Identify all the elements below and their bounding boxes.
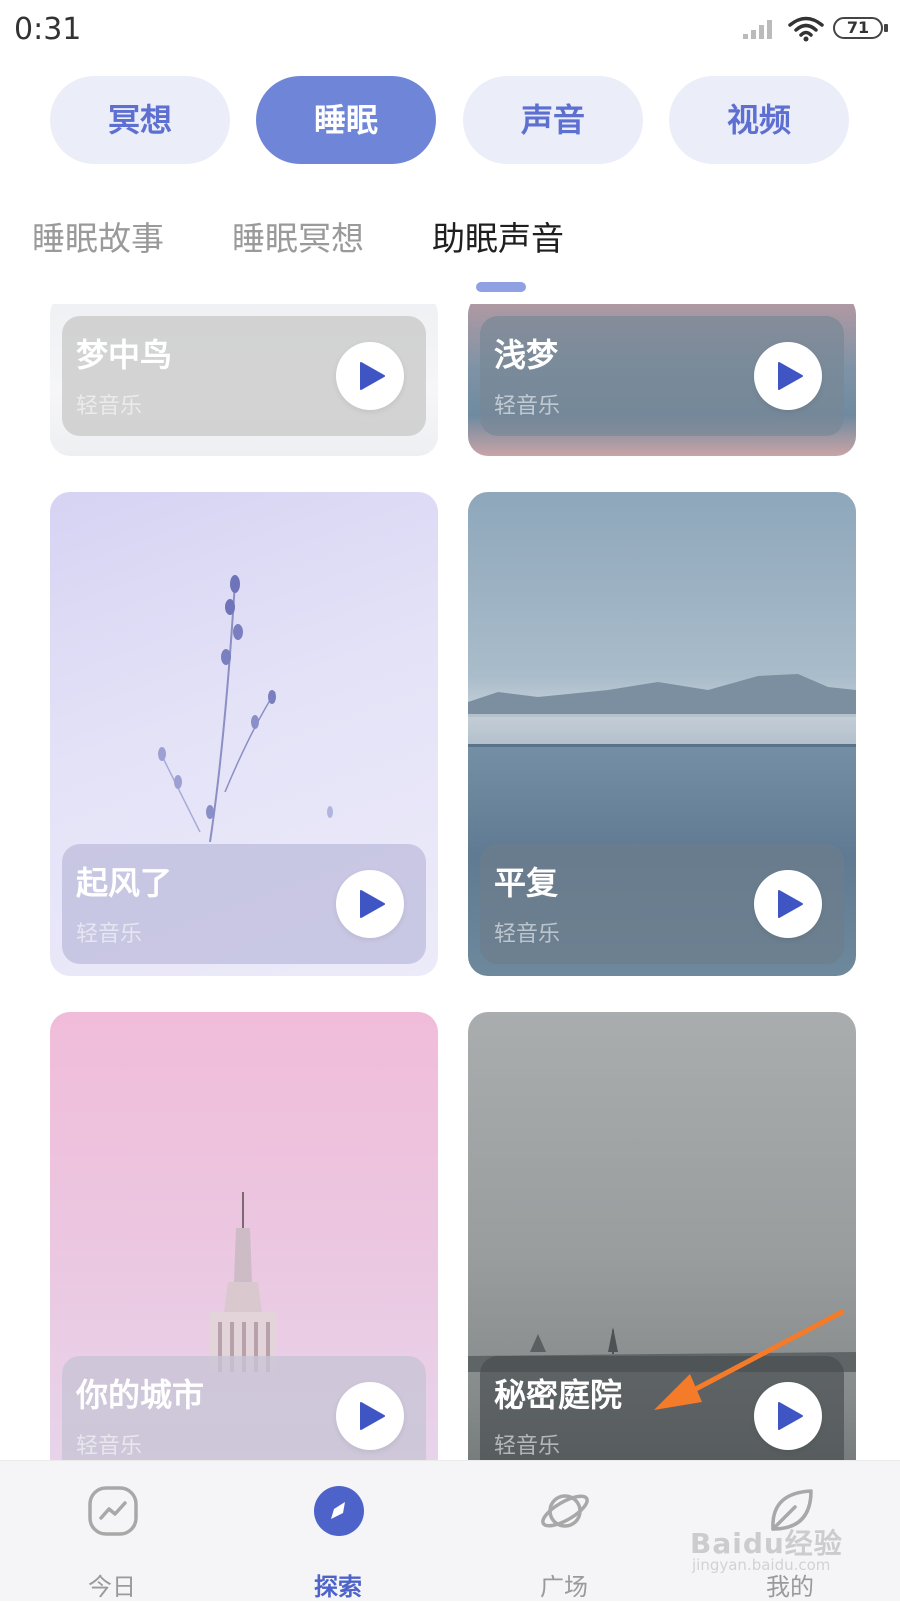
category-tab-sound[interactable]: 声音 [463, 76, 643, 164]
sound-card[interactable]: 梦中鸟 轻音乐 [50, 304, 438, 456]
card-subtitle: 轻音乐 [76, 1434, 143, 1459]
category-tab-meditation[interactable]: 冥想 [50, 76, 230, 164]
category-tab-video[interactable]: 视频 [669, 76, 849, 164]
card-subtitle: 轻音乐 [494, 394, 561, 419]
play-button[interactable] [754, 1382, 822, 1450]
play-icon [360, 890, 385, 918]
card-title: 梦中鸟 [76, 336, 173, 374]
nav-label: 今日 [88, 1573, 136, 1601]
play-button[interactable] [336, 870, 404, 938]
play-icon [778, 1402, 803, 1430]
sound-card[interactable]: 浅梦 轻音乐 [468, 304, 856, 456]
sound-card[interactable]: 起风了 轻音乐 [50, 492, 438, 976]
planet-icon [541, 1494, 589, 1528]
card-subtitle: 轻音乐 [494, 922, 561, 947]
nav-explore[interactable]: 探索 [263, 1461, 413, 1601]
card-subtitle: 轻音乐 [494, 1434, 561, 1459]
card-subtitle: 轻音乐 [76, 922, 143, 947]
card-info-panel: 你的城市 轻音乐 [62, 1356, 426, 1460]
play-icon [778, 362, 803, 390]
card-subtitle: 轻音乐 [76, 394, 143, 419]
card-title: 平复 [494, 864, 559, 902]
play-button[interactable] [754, 870, 822, 938]
sound-card[interactable]: 秘密庭院 轻音乐 [468, 1012, 856, 1460]
nav-square[interactable]: 广场 [489, 1461, 639, 1601]
sound-card-grid: 梦中鸟 轻音乐 浅梦 轻音乐 起风了 轻音乐 平复 轻音乐 你的城市 轻音乐 秘… [0, 304, 900, 1460]
card-title: 起风了 [76, 864, 173, 902]
category-tab-sleep[interactable]: 睡眠 [256, 76, 436, 164]
card-title: 秘密庭院 [494, 1376, 623, 1414]
subtab-sleep-sounds[interactable]: 助眠声音 [432, 212, 564, 260]
play-button[interactable] [336, 1382, 404, 1450]
nav-today[interactable]: 今日 [37, 1461, 187, 1601]
watermark-url: jingyan.baidu.com [692, 1556, 831, 1574]
card-title: 你的城市 [76, 1376, 205, 1414]
card-info-panel: 浅梦 轻音乐 [480, 316, 844, 436]
play-icon [778, 890, 803, 918]
nav-label: 探索 [314, 1573, 362, 1601]
wifi-icon [788, 16, 824, 42]
play-button[interactable] [336, 342, 404, 410]
trend-chart-icon [88, 1486, 138, 1536]
status-bar: 0:31 71 [0, 0, 900, 60]
cellular-signal-icon [743, 20, 772, 39]
sound-card[interactable]: 平复 轻音乐 [468, 492, 856, 976]
compass-icon [314, 1486, 364, 1536]
sub-tabs: 睡眠故事 睡眠冥想 助眠声音 [0, 212, 900, 282]
battery-indicator: 71 [833, 17, 888, 39]
subtab-active-indicator [476, 282, 526, 292]
status-time: 0:31 [14, 12, 82, 47]
sound-card[interactable]: 你的城市 轻音乐 [50, 1012, 438, 1460]
card-info-panel: 梦中鸟 轻音乐 [62, 316, 426, 436]
subtab-sleep-meditation[interactable]: 睡眠冥想 [232, 212, 364, 260]
play-icon [360, 1402, 385, 1430]
play-button[interactable] [754, 342, 822, 410]
card-info-panel: 平复 轻音乐 [480, 844, 844, 964]
card-info-panel: 起风了 轻音乐 [62, 844, 426, 964]
card-info-panel: 秘密庭院 轻音乐 [480, 1356, 844, 1460]
card-title: 浅梦 [494, 336, 559, 374]
subtab-sleep-stories[interactable]: 睡眠故事 [32, 212, 164, 260]
nav-label: 广场 [540, 1573, 588, 1601]
category-tabs: 冥想 睡眠 声音 视频 [0, 76, 900, 164]
play-icon [360, 362, 385, 390]
